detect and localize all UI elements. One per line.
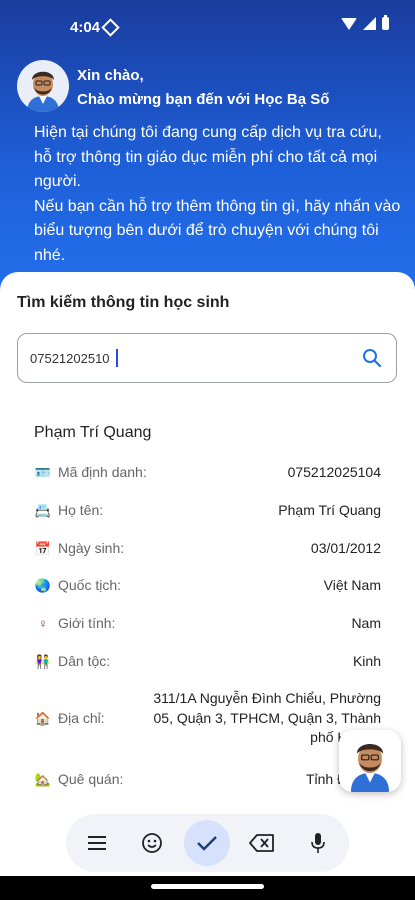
info-label: Quê quán: — [58, 771, 124, 787]
search-icon[interactable] — [362, 348, 382, 368]
info-value: Việt Nam — [323, 577, 381, 593]
confirm-button[interactable] — [184, 820, 230, 866]
gender-icon: ♀ — [38, 616, 48, 631]
system-icons — [341, 15, 389, 30]
notification-icon — [101, 18, 120, 37]
greeting-title: Xin chào, — [77, 67, 144, 84]
info-label: Mã định danh: — [58, 464, 147, 480]
search-section-title: Tìm kiếm thông tin học sinh — [17, 294, 230, 311]
info-value: Kinh — [352, 653, 381, 669]
house-icon: 🏠 — [34, 711, 52, 726]
info-label: Quốc tịch: — [58, 577, 122, 593]
info-value: Nam — [351, 615, 381, 631]
check-icon — [197, 836, 217, 851]
search-field[interactable] — [17, 333, 397, 383]
battery-icon — [382, 15, 389, 30]
intro-paragraph-1: Hiện tại chúng tôi đang cung cấp dịch vụ… — [34, 124, 382, 190]
globe-icon: 🌏 — [34, 578, 52, 593]
info-row-birthdate: 📅 Ngày sinh: 03/01/2012 — [34, 540, 381, 560]
backspace-button[interactable] — [239, 820, 285, 866]
name-card-icon: 📇 — [34, 503, 52, 518]
info-label: Giới tính: — [58, 615, 116, 631]
home-gesture-handle[interactable] — [151, 884, 264, 889]
info-row-id: 🪪 Mã định danh: 075212025104 — [34, 464, 381, 484]
status-time: 4:04 — [70, 19, 101, 36]
voice-input-button[interactable] — [295, 820, 341, 866]
greeting-subtitle: Chào mừng bạn đến với Học Bạ Số — [77, 91, 330, 108]
info-label: Ngày sinh: — [58, 540, 125, 556]
avatar-icon — [27, 71, 59, 112]
search-input[interactable] — [30, 348, 330, 368]
avatar — [17, 60, 69, 112]
emoji-button[interactable] — [129, 820, 175, 866]
wifi-icon — [341, 17, 357, 30]
info-value: Phạm Trí Quang — [278, 502, 381, 518]
keyboard-toolbar — [66, 814, 349, 872]
backspace-icon — [249, 834, 274, 852]
info-label: Địa chỉ: — [58, 710, 105, 726]
navigation-bar — [0, 876, 415, 900]
info-row-gender: ♀ Giới tính: Nam — [34, 615, 381, 635]
info-value: 075212025104 — [287, 464, 381, 480]
home-garden-icon: 🏡 — [34, 772, 52, 787]
intro-paragraph-2: Nếu bạn cần hỗ trợ thêm thông tin gì, hã… — [34, 197, 401, 264]
info-row-hometown: 🏡 Quê quán: Tỉnh Đồ — [34, 771, 381, 791]
info-row-ethnicity: 👫 Dân tộc: Kinh — [34, 653, 381, 673]
info-row-nationality: 🌏 Quốc tịch: Việt Nam — [34, 577, 381, 597]
text-cursor — [116, 349, 118, 367]
microphone-icon — [311, 833, 325, 853]
info-label: Dân tộc: — [58, 653, 111, 669]
address-label-row: 🏠 Địa chỉ: — [34, 710, 105, 727]
emoji-icon — [142, 833, 162, 853]
signal-icon — [363, 17, 376, 30]
student-name-heading: Phạm Trí Quang — [34, 424, 152, 441]
people-icon: 👫 — [34, 654, 52, 669]
status-bar: 4:04 — [0, 0, 415, 52]
info-label: Họ tên: — [58, 502, 104, 518]
info-row-fullname: 📇 Họ tên: Phạm Trí Quang — [34, 502, 381, 522]
info-value: 03/01/2012 — [310, 540, 381, 556]
calendar-icon: 📅 — [34, 541, 52, 556]
id-card-icon: 🪪 — [34, 465, 52, 480]
keyboard-menu-button[interactable] — [74, 820, 120, 866]
chat-avatar-icon — [339, 730, 401, 792]
menu-icon — [88, 836, 106, 850]
intro-text: Hiện tại chúng tôi đang cung cấp dịch vụ… — [34, 121, 404, 268]
chat-assistant-button[interactable] — [339, 730, 401, 792]
